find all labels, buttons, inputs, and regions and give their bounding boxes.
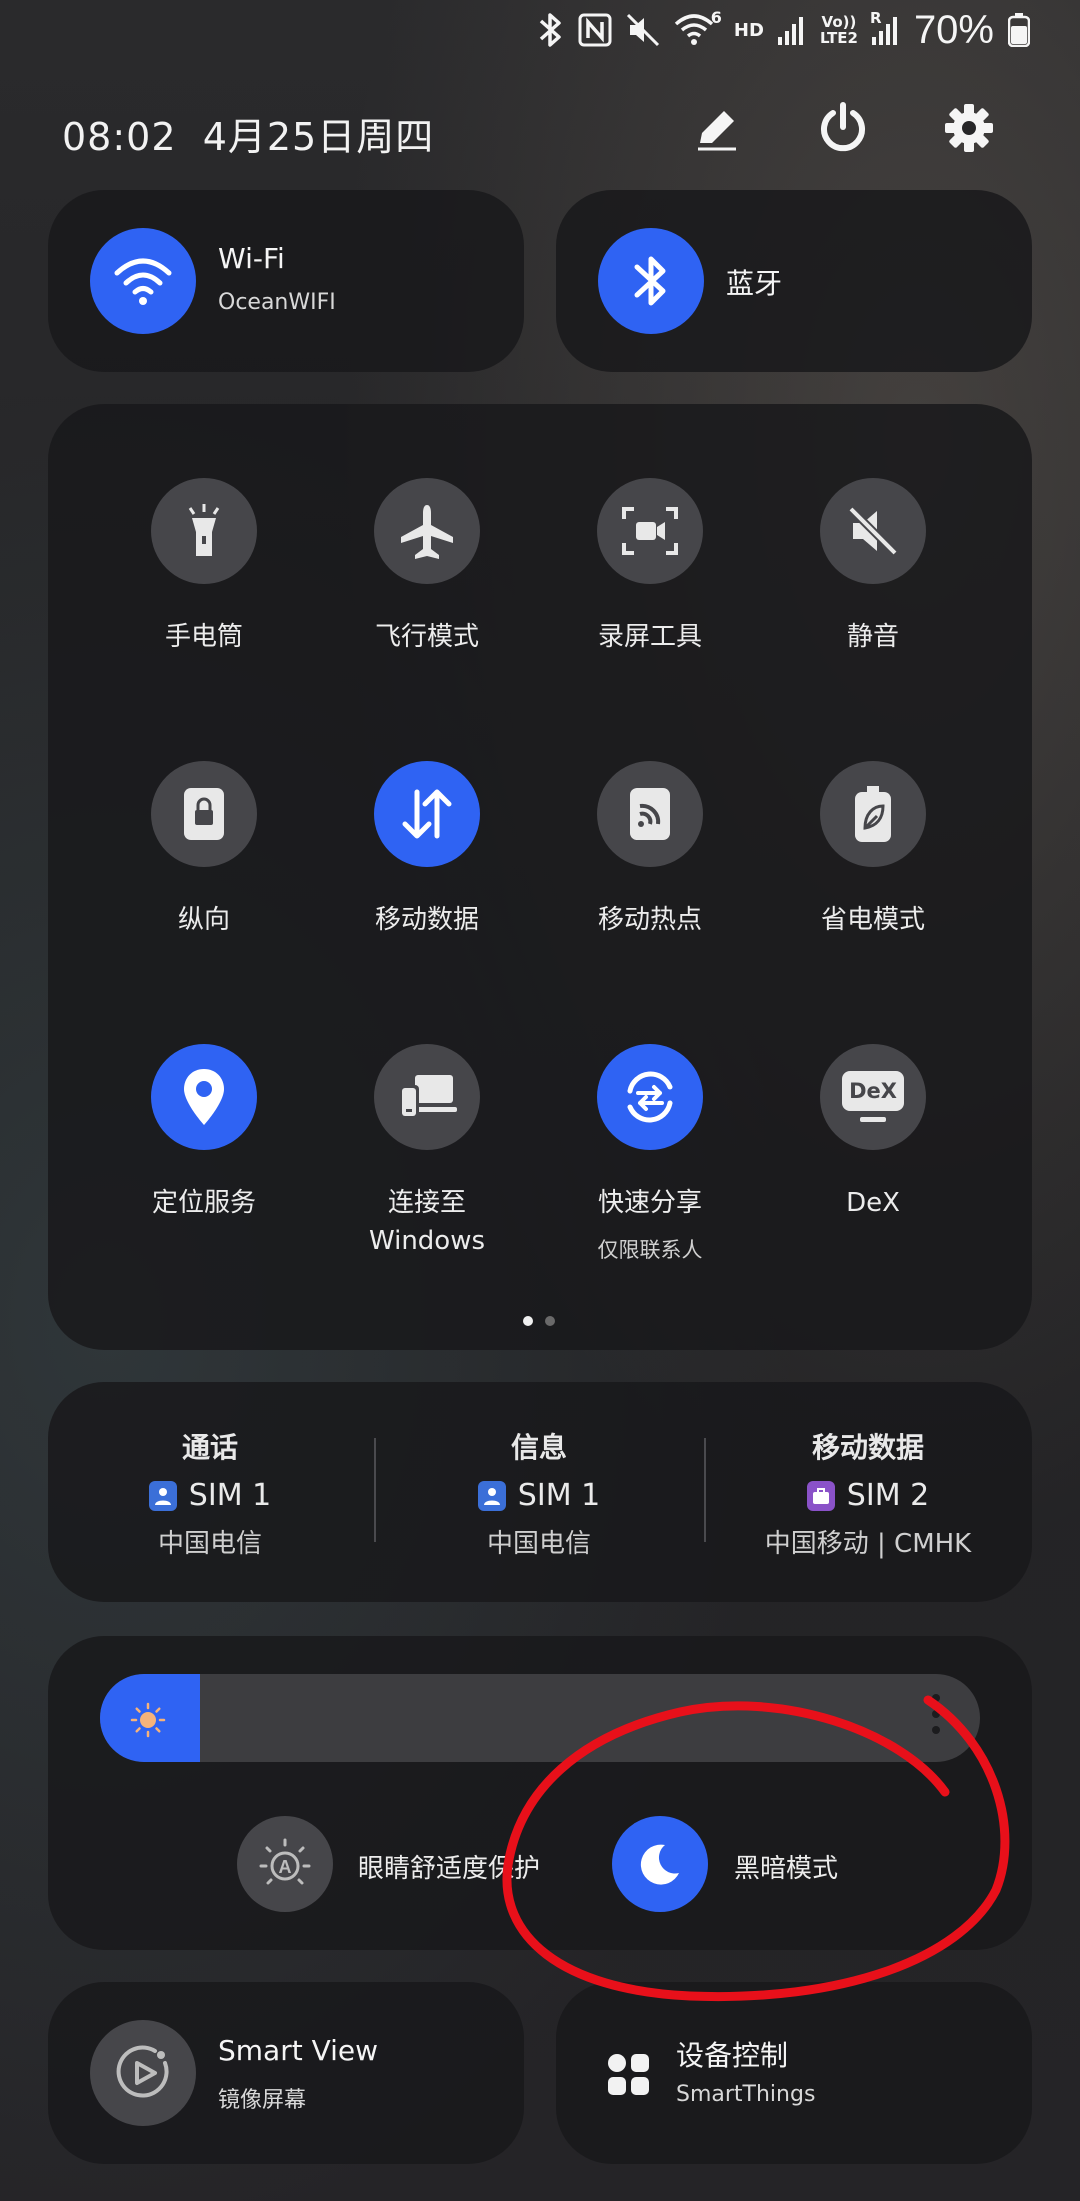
- device-control-subtitle: SmartThings: [676, 2082, 816, 2107]
- pencil-icon: [698, 111, 736, 151]
- date-label: 4月25日周四: [202, 115, 435, 159]
- page-dot-2[interactable]: [545, 1316, 555, 1326]
- bluetooth-status-icon: [539, 13, 561, 47]
- location-toggle[interactable]: [151, 1044, 257, 1150]
- quick-share-icon: [627, 1071, 673, 1123]
- status-bar: 6 HD Vo)) LTE2 R 70%: [0, 0, 1080, 60]
- tile-label: 定位服务: [151, 1188, 256, 1218]
- gear-icon: [945, 104, 993, 152]
- wifi-icon: [114, 258, 172, 305]
- signal-icon-1: [777, 17, 803, 45]
- clock-time: 08:02: [62, 115, 177, 159]
- mobile-data-toggle[interactable]: [374, 761, 480, 867]
- eye-comfort-icon: A: [259, 1838, 311, 1885]
- dark-mode-toggle[interactable]: [612, 1816, 708, 1912]
- link-to-windows-toggle[interactable]: [374, 1044, 480, 1150]
- smart-view-icon: [116, 2045, 169, 2098]
- wifi-panel[interactable]: Wi-Fi OceanWIFI: [48, 190, 524, 372]
- settings-button[interactable]: [934, 93, 1004, 163]
- sun-icon: [130, 1702, 166, 1738]
- clock-date: 08:02 4月25日周四: [62, 106, 434, 161]
- wifi-status-icon: 6: [674, 8, 722, 48]
- tile-label: 省电模式: [820, 905, 925, 935]
- tile-label: 快速分享: [597, 1188, 702, 1218]
- screen-record-icon: [622, 507, 678, 555]
- location-icon: [184, 1069, 224, 1125]
- tile-label: 飞行模式: [374, 622, 479, 652]
- smart-view-button[interactable]: [90, 2020, 196, 2126]
- tile-sublabel: 仅限联系人: [597, 1238, 703, 1262]
- airplane-toggle[interactable]: [374, 478, 480, 584]
- mute-toggle[interactable]: [820, 478, 926, 584]
- bluetooth-panel[interactable]: 蓝牙: [556, 190, 1032, 372]
- wifi-network-name: OceanWIFI: [218, 290, 336, 315]
- power-icon: [821, 102, 865, 152]
- svg-text:A: A: [279, 1857, 292, 1877]
- wifi-toggle[interactable]: [90, 228, 196, 334]
- eye-comfort-toggle[interactable]: A: [237, 1816, 333, 1912]
- tile-label: DeX: [846, 1188, 900, 1218]
- page-dot-1[interactable]: [523, 1316, 533, 1326]
- power-saving-icon: [855, 786, 891, 842]
- hotspot-toggle[interactable]: [597, 761, 703, 867]
- rotation-toggle[interactable]: [151, 761, 257, 867]
- signal-icon-2: R: [870, 9, 900, 45]
- dark-mode-label: 黑暗模式: [734, 1854, 839, 1884]
- smartthings-icon: [608, 2054, 649, 2095]
- tile-label: 手电筒: [164, 622, 243, 652]
- bluetooth-title: 蓝牙: [726, 267, 783, 300]
- smart-view-panel[interactable]: Smart View 镜像屏幕: [48, 1982, 524, 2164]
- bluetooth-icon: [634, 256, 666, 306]
- tile-label: 纵向: [177, 905, 230, 935]
- mute-icon: [848, 506, 898, 556]
- person-icon: [477, 1480, 506, 1511]
- link-to-windows-icon: [399, 1075, 457, 1119]
- battery-icon: [1008, 13, 1030, 47]
- tile-label: 录屏工具: [597, 622, 702, 652]
- bluetooth-toggle[interactable]: [598, 228, 704, 334]
- dex-toggle[interactable]: DeX: [820, 1044, 926, 1150]
- airplane-icon: [401, 505, 453, 559]
- rotation-lock-icon: [184, 788, 224, 840]
- smart-view-title: Smart View: [218, 2034, 379, 2067]
- tile-label: 静音: [846, 622, 899, 652]
- tile-label: 移动数据: [374, 905, 479, 935]
- volte-badge: Vo)) LTE2: [819, 13, 858, 47]
- smart-view-subtitle: 镜像屏幕: [218, 2088, 307, 2113]
- device-control-title: 设备控制: [676, 2039, 789, 2072]
- dex-icon: DeX: [842, 1071, 904, 1123]
- mute-status-icon: [626, 13, 659, 47]
- power-button[interactable]: [808, 93, 878, 163]
- eye-comfort-label: 眼睛舒适度保护: [358, 1854, 541, 1884]
- brightness-slider[interactable]: [100, 1674, 980, 1762]
- divider: [704, 1438, 706, 1542]
- brightness-more-button[interactable]: [932, 1694, 940, 1734]
- edit-button[interactable]: [682, 93, 752, 163]
- person-icon: [148, 1480, 177, 1511]
- power-saving-toggle[interactable]: [820, 761, 926, 867]
- page-indicator[interactable]: [523, 1316, 555, 1326]
- tile-label: 连接至 Windows: [368, 1188, 486, 1256]
- hotspot-icon: [630, 788, 670, 840]
- device-control-panel[interactable]: 设备控制 SmartThings: [556, 1982, 1032, 2164]
- sim-mobile-data[interactable]: 移动数据 SIM 2 中国移动 | CMHK: [718, 1426, 1018, 1560]
- nfc-icon: [578, 13, 612, 47]
- wifi-title: Wi-Fi: [218, 242, 285, 275]
- battery-percent: 70%: [913, 7, 994, 52]
- quick-share-toggle[interactable]: [597, 1044, 703, 1150]
- moon-icon: [640, 1844, 679, 1885]
- flashlight-toggle[interactable]: [151, 478, 257, 584]
- sim-messages[interactable]: 信息 SIM 1 中国电信: [389, 1426, 689, 1560]
- divider: [374, 1438, 376, 1542]
- screen-recorder-toggle[interactable]: [597, 478, 703, 584]
- mobile-data-icon: [402, 789, 452, 839]
- tile-label: 移动热点: [597, 905, 702, 935]
- hd-badge: HD: [733, 19, 764, 41]
- flashlight-icon: [188, 504, 220, 556]
- briefcase-icon: [806, 1480, 835, 1511]
- sim-calls[interactable]: 通话 SIM 1 中国电信: [60, 1426, 360, 1560]
